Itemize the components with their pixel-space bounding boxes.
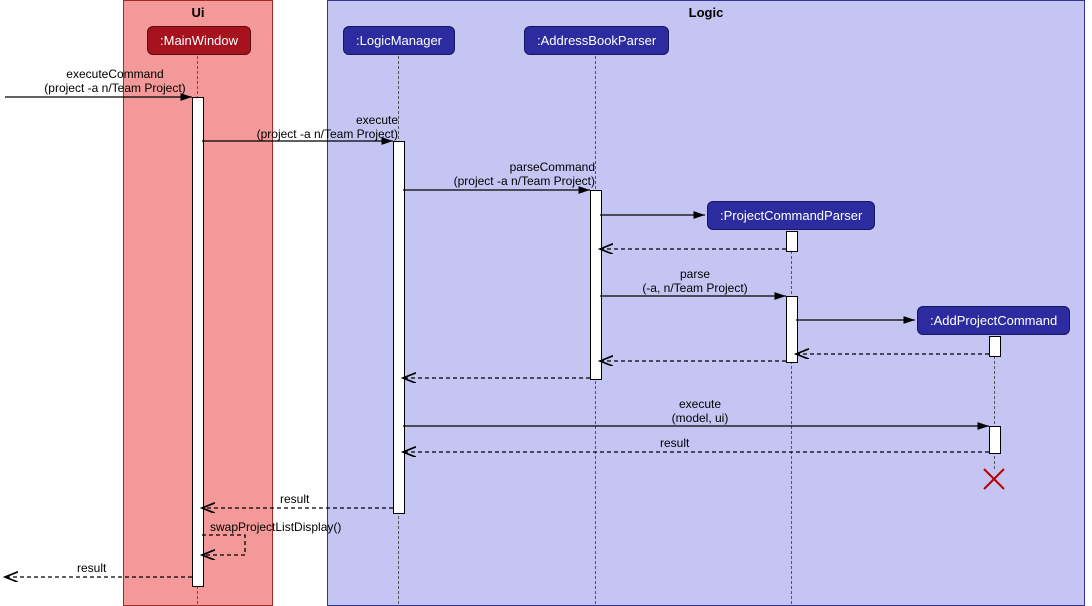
participant-label: :AddProjectCommand	[930, 313, 1057, 328]
msg-line: execute	[356, 113, 398, 127]
msg-line: parseCommand	[510, 160, 595, 174]
msg-line: swapProjectListDisplay()	[210, 520, 341, 534]
participant-addressbookparser: :AddressBookParser	[524, 26, 669, 55]
activation-addressbookparser	[590, 190, 602, 380]
lifeline-projectcommandparser	[791, 231, 792, 604]
msg-parse: parse (-a, n/Team Project)	[605, 268, 785, 296]
msg-line: result	[77, 561, 106, 575]
frame-logic: Logic	[327, 0, 1085, 606]
participant-label: :ProjectCommandParser	[720, 208, 862, 223]
activation-logicmanager	[393, 141, 405, 514]
activation-projectcommandparser-2	[786, 296, 798, 363]
msg-parsecommand: parseCommand (project -a n/Team Project)	[405, 161, 595, 189]
participant-label: :AddressBookParser	[537, 33, 656, 48]
msg-line: (project -a n/Team Project)	[44, 81, 185, 95]
msg-line: (project -a n/Team Project)	[454, 174, 595, 188]
msg-result-1: result	[660, 437, 689, 451]
msg-line: parse	[680, 267, 710, 281]
participant-addprojectcommand: :AddProjectCommand	[917, 306, 1070, 335]
msg-result-2: result	[280, 493, 309, 507]
msg-line: result	[660, 436, 689, 450]
msg-execute-1: execute (project -a n/Team Project)	[208, 114, 398, 142]
msg-line: executeCommand	[66, 67, 163, 81]
activation-projectcommandparser-1	[786, 231, 798, 252]
msg-line: (-a, n/Team Project)	[642, 281, 747, 295]
msg-result-3: result	[77, 562, 106, 576]
activation-addprojectcommand-1	[989, 336, 1001, 357]
msg-line: result	[280, 492, 309, 506]
msg-line: execute	[679, 397, 721, 411]
activation-addprojectcommand-2	[989, 426, 1001, 454]
msg-executecommand: executeCommand (project -a n/Team Projec…	[30, 68, 200, 96]
participant-projectcommandparser: :ProjectCommandParser	[707, 201, 875, 230]
frame-ui-label: Ui	[192, 5, 205, 20]
msg-line: (project -a n/Team Project)	[257, 127, 398, 141]
activation-mainwindow	[192, 97, 204, 587]
participant-label: :LogicManager	[356, 33, 442, 48]
msg-swap: swapProjectListDisplay()	[210, 521, 341, 535]
frame-logic-label: Logic	[689, 5, 724, 20]
msg-line: (model, ui)	[672, 411, 729, 425]
msg-execute-2: execute (model, ui)	[620, 398, 780, 426]
participant-label: :MainWindow	[160, 33, 238, 48]
participant-mainwindow: :MainWindow	[147, 26, 251, 55]
participant-logicmanager: :LogicManager	[343, 26, 455, 55]
